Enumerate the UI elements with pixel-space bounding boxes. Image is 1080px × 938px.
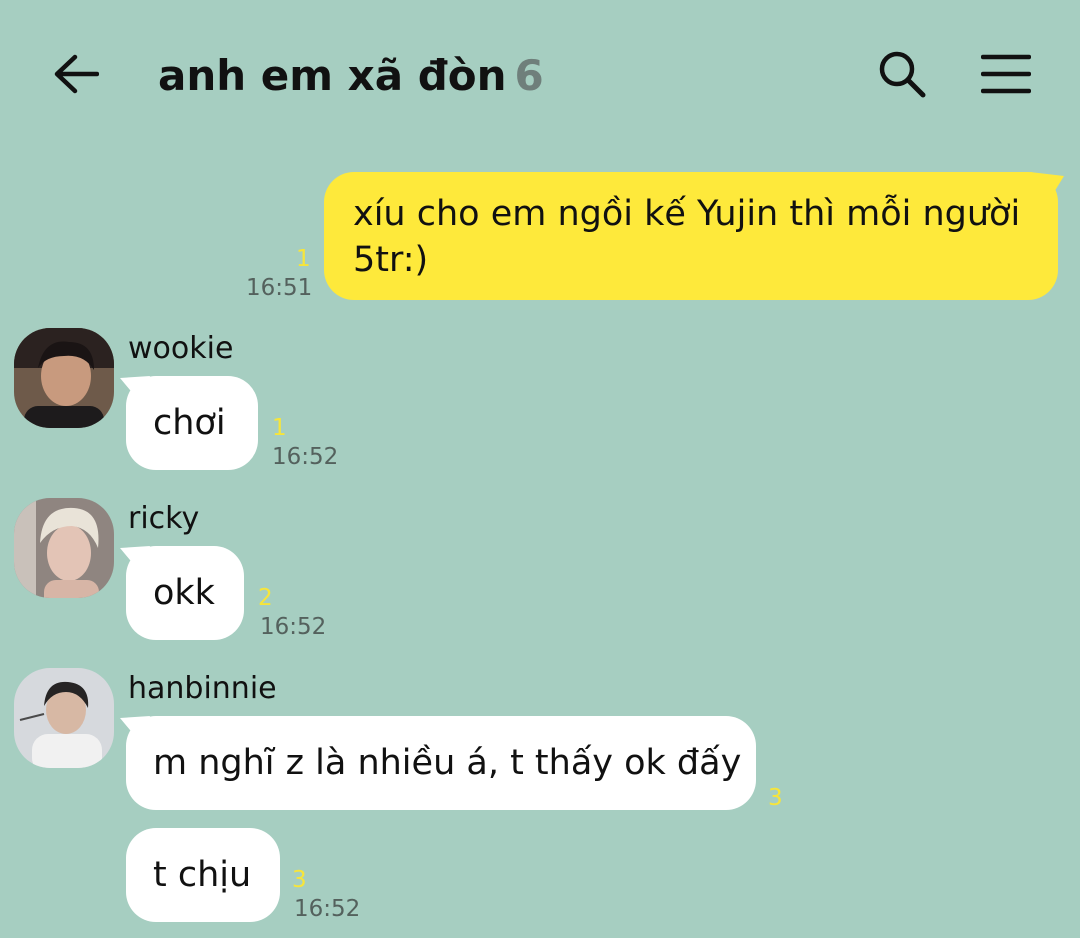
arrow-left-icon <box>53 54 100 98</box>
chat-room-name: anh em xã đòn <box>158 51 507 100</box>
message-bubble[interactable]: t chịu <box>126 828 280 922</box>
back-button[interactable] <box>48 48 104 104</box>
chat-title: anh em xã đòn 6 <box>158 50 544 102</box>
message-text: t chịu <box>153 855 252 895</box>
message-text: chơi <box>153 403 226 443</box>
message-time: 16:52 <box>260 614 327 640</box>
menu-button[interactable] <box>976 46 1036 106</box>
message-text-line: 5tr:) <box>353 240 429 280</box>
unread-count: 3 <box>768 785 783 811</box>
unread-count: 2 <box>258 585 273 611</box>
message-text: m nghĩ z là nhiều á, t thấy ok đấy <box>153 743 742 783</box>
avatar-ricky[interactable] <box>14 498 114 598</box>
member-count: 6 <box>514 51 544 100</box>
message-time: 16:52 <box>294 896 361 922</box>
sender-name: hanbinnie <box>128 671 277 706</box>
search-icon <box>877 49 927 103</box>
unread-count: 3 <box>292 867 307 893</box>
message-text-line: xíu cho em ngồi kế Yujin thì mỗi người <box>353 194 1021 234</box>
unread-count: 1 <box>296 246 311 272</box>
message-bubble[interactable]: m nghĩ z là nhiều á, t thấy ok đấy <box>126 716 756 810</box>
unread-count: 1 <box>272 415 287 441</box>
bubble-tail <box>1030 172 1064 202</box>
message-text: okk <box>153 573 215 613</box>
hamburger-menu-icon <box>980 53 1032 99</box>
message-bubble[interactable]: chơi <box>126 376 258 470</box>
search-button[interactable] <box>872 46 932 106</box>
message-bubble[interactable]: okk <box>126 546 244 640</box>
sender-name: ricky <box>128 501 200 536</box>
message-time: 16:52 <box>272 444 339 470</box>
my-message-bubble[interactable]: xíu cho em ngồi kế Yujin thì mỗi người 5… <box>324 172 1058 300</box>
avatar-wookie[interactable] <box>14 328 114 428</box>
message-time: 16:51 <box>246 275 313 301</box>
sender-name: wookie <box>128 331 234 366</box>
avatar-hanbinnie[interactable] <box>14 668 114 768</box>
